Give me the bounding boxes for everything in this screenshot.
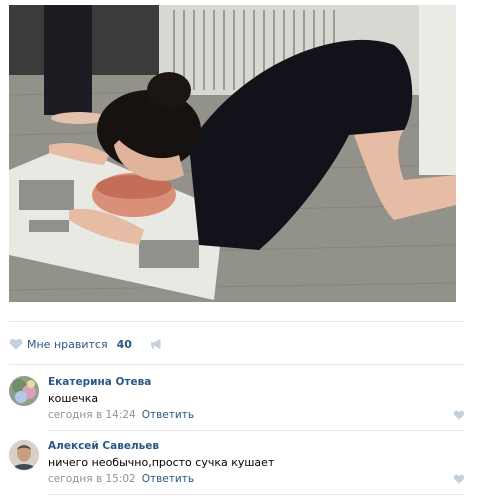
comment-meta: сегодня в 14:24 Ответить	[48, 409, 465, 422]
divider	[48, 494, 465, 495]
comment-author[interactable]: Екатерина Отева	[48, 376, 465, 389]
reply-button[interactable]: Ответить	[142, 473, 194, 485]
like-label: Мне нравится	[27, 337, 108, 351]
post-photo-illustration	[9, 5, 456, 302]
divider	[48, 430, 465, 431]
divider	[9, 321, 465, 322]
like-count: 40	[116, 337, 132, 351]
reply-button[interactable]: Ответить	[142, 409, 194, 421]
post-actions-bar: Мне нравится 40	[9, 334, 164, 354]
heart-icon	[9, 338, 23, 350]
heart-icon[interactable]	[453, 410, 465, 420]
comment-text: кошечка	[48, 392, 99, 405]
comment-author[interactable]: Алексей Савельев	[48, 440, 465, 453]
avatar[interactable]	[9, 376, 39, 406]
comment-date[interactable]: сегодня в 15:02	[48, 473, 136, 485]
post-photo[interactable]	[9, 5, 456, 302]
like-button[interactable]: Мне нравится 40	[9, 338, 132, 351]
heart-icon[interactable]	[453, 474, 465, 484]
comment-meta: сегодня в 15:02 Ответить	[48, 473, 465, 486]
comment-date[interactable]: сегодня в 14:24	[48, 409, 136, 421]
avatar[interactable]	[9, 440, 39, 470]
comment-item: Екатерина Отева кошечка сегодня в 14:24 О…	[9, 376, 465, 426]
avatar-image	[9, 376, 39, 406]
comment-item: Алексей Савельев ничего необычно,просто …	[9, 440, 465, 490]
comment-text: ничего необычно,просто сучка кушает	[48, 456, 275, 469]
megaphone-icon[interactable]	[150, 338, 164, 350]
divider	[9, 364, 465, 365]
avatar-image	[9, 440, 39, 470]
